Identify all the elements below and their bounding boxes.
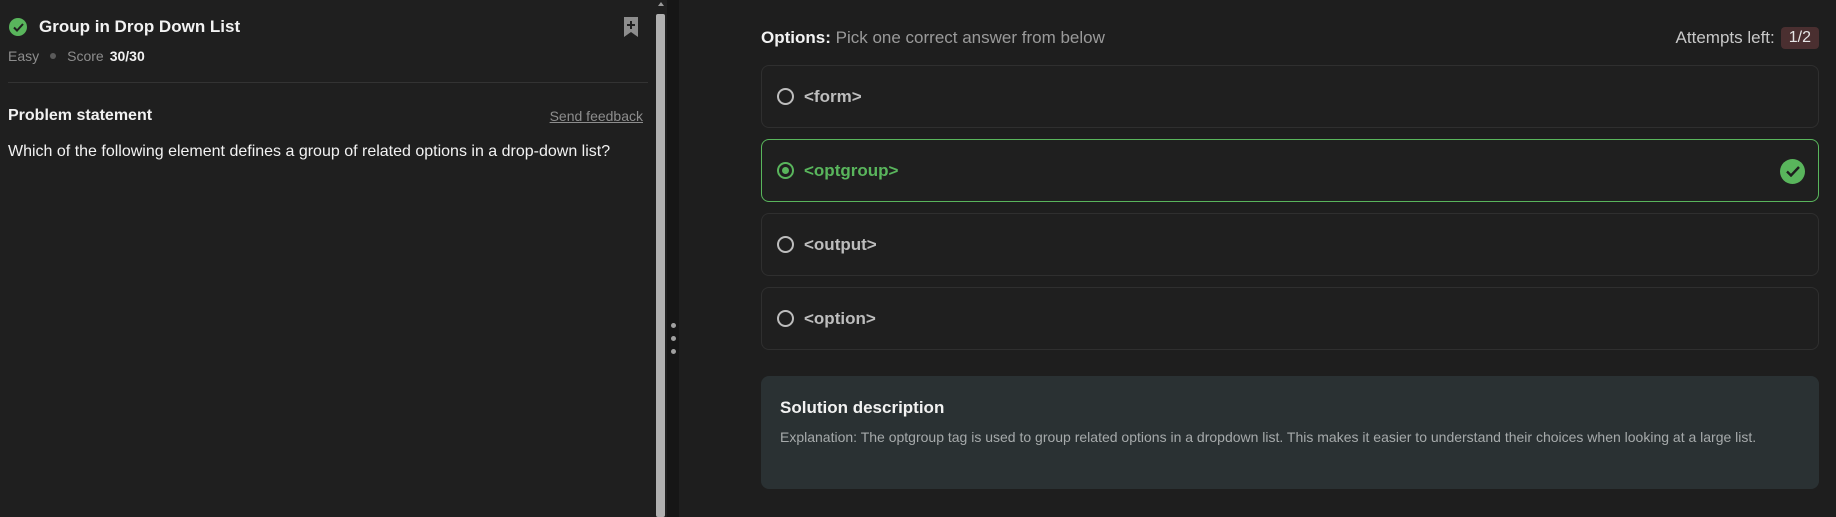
options-subtitle: Pick one correct answer from below (835, 28, 1105, 47)
option-label: <output> (804, 234, 877, 254)
score-label: Score (67, 48, 104, 64)
option-label: <option> (804, 308, 876, 328)
statement-text: Which of the following element defines a… (8, 143, 611, 160)
scrollbar-thumb[interactable] (656, 14, 665, 517)
panel-splitter[interactable] (667, 0, 679, 517)
bookmark-add-icon[interactable] (621, 16, 641, 38)
check-circle-icon (1780, 159, 1805, 184)
option-output[interactable]: <output> (761, 213, 1819, 276)
drag-handle-icon[interactable] (671, 323, 676, 328)
option-optgroup[interactable]: <optgroup> (761, 139, 1819, 202)
separator-dot (50, 53, 57, 59)
problem-meta: Easy Score 30/30 (0, 40, 655, 64)
problem-title-row: Group in Drop Down List (0, 0, 655, 40)
attempts-indicator: Attempts left: 1/2 (1676, 27, 1819, 49)
solution-box: Solution description Explanation: The op… (761, 376, 1819, 489)
drag-handle-icon[interactable] (671, 336, 676, 341)
statement-heading: Problem statement (8, 107, 153, 124)
radio-button[interactable] (777, 310, 794, 327)
attempts-label: Attempts left: (1675, 28, 1775, 47)
option-form[interactable]: <form> (761, 65, 1819, 128)
attempts-badge: 1/2 (1780, 27, 1819, 49)
statement-header: Problem statement Send feedback (0, 83, 655, 125)
solution-text: Explanation: The optgroup tag is used to… (780, 429, 1757, 445)
solution-heading: Solution description (780, 398, 945, 417)
option-label: <form> (804, 86, 862, 106)
problem-title: Group in Drop Down List (39, 17, 241, 36)
radio-button[interactable] (777, 162, 794, 179)
option-label: <optgroup> (804, 160, 899, 180)
scroll-up-arrow-icon[interactable] (658, 2, 664, 6)
send-feedback-link[interactable]: Send feedback (550, 108, 643, 124)
options-panel: Options: Pick one correct answer from be… (679, 0, 1836, 517)
problem-panel: Group in Drop Down List Easy Score 30/30… (0, 0, 655, 517)
drag-handle-icon[interactable] (671, 349, 676, 354)
radio-button[interactable] (777, 236, 794, 253)
options-title: Options: (761, 28, 831, 47)
difficulty-label: Easy (8, 48, 40, 64)
option-option[interactable]: <option> (761, 287, 1819, 350)
radio-button[interactable] (777, 88, 794, 105)
options-header: Options: Pick one correct answer from be… (761, 0, 1819, 54)
solved-check-icon (9, 18, 27, 36)
score-value: 30/30 (109, 48, 145, 64)
left-scrollbar[interactable] (655, 0, 667, 517)
options-label: Options: Pick one correct answer from be… (761, 28, 1105, 48)
